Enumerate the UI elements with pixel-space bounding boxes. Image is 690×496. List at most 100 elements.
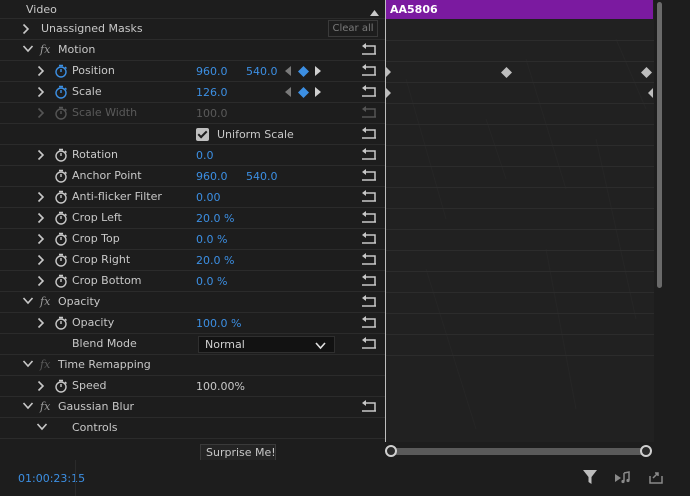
- clip-bar[interactable]: AA5806: [386, 0, 653, 19]
- keyframe-prev-icon[interactable]: [285, 87, 292, 100]
- surprise-me-button[interactable]: Surprise Me!: [200, 444, 276, 460]
- row-position[interactable]: Position 960.0 540.0: [0, 61, 385, 82]
- crop-right-value[interactable]: 20.0 %: [196, 254, 234, 267]
- stopwatch-icon[interactable]: [54, 232, 68, 246]
- stopwatch-icon[interactable]: [54, 64, 68, 78]
- stopwatch-icon[interactable]: [54, 316, 68, 330]
- chevron-down-icon[interactable]: [22, 44, 34, 56]
- reset-icon[interactable]: [361, 337, 377, 351]
- keyframe-timeline[interactable]: AA5806: [386, 0, 654, 442]
- reset-icon[interactable]: [361, 295, 377, 309]
- row-motion[interactable]: fx Motion: [0, 40, 385, 61]
- chevron-right-icon[interactable]: [37, 212, 47, 224]
- stopwatch-icon[interactable]: [54, 379, 68, 393]
- keyframe-add-icon[interactable]: [298, 87, 309, 101]
- chevron-right-icon[interactable]: [37, 275, 47, 287]
- chevron-right-icon[interactable]: [37, 380, 47, 392]
- row-opacity-group[interactable]: fx Opacity: [0, 292, 385, 313]
- timeline-zoom-scrollbar[interactable]: [392, 448, 646, 455]
- row-gaussian-blur[interactable]: fx Gaussian Blur: [0, 397, 385, 418]
- chevron-right-icon[interactable]: [22, 23, 32, 35]
- keyframe-next-icon[interactable]: [315, 66, 322, 79]
- position-y-value[interactable]: 540.0: [246, 65, 278, 78]
- keyframe-next-icon[interactable]: [315, 87, 322, 100]
- chevron-right-icon[interactable]: [37, 86, 47, 98]
- anchor-y-value[interactable]: 540.0: [246, 170, 278, 183]
- clear-all-button[interactable]: Clear all: [328, 20, 378, 37]
- keyframe-marker[interactable]: [641, 67, 652, 78]
- reset-icon[interactable]: [361, 274, 377, 288]
- chevron-right-icon[interactable]: [37, 191, 47, 203]
- zoom-handle-right[interactable]: [640, 445, 652, 457]
- collapse-caret-icon[interactable]: [370, 6, 379, 19]
- keyframe-marker[interactable]: [386, 67, 392, 77]
- row-crop-left[interactable]: Crop Left 20.0 %: [0, 208, 385, 229]
- export-icon[interactable]: [649, 470, 664, 488]
- fx-icon[interactable]: fx: [40, 400, 50, 413]
- stopwatch-icon[interactable]: [54, 85, 68, 99]
- scrollbar-thumb[interactable]: [657, 2, 662, 288]
- stopwatch-icon[interactable]: [54, 253, 68, 267]
- reset-icon[interactable]: [361, 64, 377, 78]
- row-crop-top[interactable]: Crop Top 0.0 %: [0, 229, 385, 250]
- rotation-value[interactable]: 0.0: [196, 149, 214, 162]
- stopwatch-icon[interactable]: [54, 274, 68, 288]
- row-blend-mode[interactable]: Blend Mode Normal: [0, 334, 385, 355]
- row-anti-flicker[interactable]: Anti-flicker Filter 0.00: [0, 187, 385, 208]
- zoom-handle-left[interactable]: [385, 445, 397, 457]
- position-x-value[interactable]: 960.0: [196, 65, 228, 78]
- chevron-right-icon[interactable]: [37, 233, 47, 245]
- reset-icon[interactable]: [361, 253, 377, 267]
- row-speed[interactable]: Speed 100.00%: [0, 376, 385, 397]
- reset-icon[interactable]: [361, 190, 377, 204]
- keyframe-marker[interactable]: [647, 88, 653, 98]
- uniform-scale-checkbox[interactable]: [196, 128, 209, 141]
- reset-icon[interactable]: [361, 211, 377, 225]
- keyframe-marker[interactable]: [501, 67, 512, 78]
- reset-icon[interactable]: [361, 232, 377, 246]
- opacity-value[interactable]: 100.0 %: [196, 317, 241, 330]
- crop-top-value[interactable]: 0.0 %: [196, 233, 227, 246]
- chevron-down-icon[interactable]: [22, 401, 34, 413]
- reset-icon[interactable]: [361, 148, 377, 162]
- row-time-remapping[interactable]: fx Time Remapping: [0, 355, 385, 376]
- row-scale[interactable]: Scale 126.0: [0, 82, 385, 103]
- stopwatch-icon[interactable]: [54, 148, 68, 162]
- reset-icon[interactable]: [361, 85, 377, 99]
- stopwatch-icon[interactable]: [54, 211, 68, 225]
- crop-bottom-value[interactable]: 0.0 %: [196, 275, 227, 288]
- reset-icon[interactable]: [361, 169, 377, 183]
- row-unassigned-masks[interactable]: Unassigned Masks Clear all: [0, 19, 385, 40]
- filter-icon[interactable]: [583, 470, 597, 488]
- stopwatch-icon[interactable]: [54, 169, 68, 183]
- reset-icon[interactable]: [361, 316, 377, 330]
- stopwatch-icon[interactable]: [54, 190, 68, 204]
- fx-icon[interactable]: fx: [40, 295, 50, 308]
- keyframe-add-icon[interactable]: [298, 66, 309, 80]
- chevron-right-icon[interactable]: [37, 65, 47, 77]
- chevron-right-icon[interactable]: [37, 149, 47, 161]
- chevron-down-icon[interactable]: [22, 359, 34, 371]
- row-uniform-scale[interactable]: Uniform Scale: [0, 124, 385, 145]
- chevron-down-icon[interactable]: [22, 296, 34, 308]
- anchor-x-value[interactable]: 960.0: [196, 170, 228, 183]
- reset-icon[interactable]: [361, 43, 377, 57]
- blend-mode-select[interactable]: Normal: [198, 336, 335, 353]
- chevron-right-icon[interactable]: [37, 317, 47, 329]
- crop-left-value[interactable]: 20.0 %: [196, 212, 234, 225]
- row-crop-bottom[interactable]: Crop Bottom 0.0 %: [0, 271, 385, 292]
- anti-flicker-value[interactable]: 0.00: [196, 191, 221, 204]
- row-controls[interactable]: Controls: [0, 418, 385, 439]
- chevron-down-icon[interactable]: [36, 422, 48, 434]
- row-opacity[interactable]: Opacity 100.0 %: [0, 313, 385, 334]
- row-rotation[interactable]: Rotation 0.0: [0, 145, 385, 166]
- row-crop-right[interactable]: Crop Right 20.0 %: [0, 250, 385, 271]
- scale-value[interactable]: 126.0: [196, 86, 228, 99]
- keyframe-prev-icon[interactable]: [285, 66, 292, 79]
- chevron-right-icon[interactable]: [37, 254, 47, 266]
- fx-icon[interactable]: fx: [40, 43, 50, 56]
- row-anchor-point[interactable]: Anchor Point 960.0 540.0: [0, 166, 385, 187]
- play-audio-icon[interactable]: [615, 470, 631, 488]
- reset-icon[interactable]: [361, 127, 377, 141]
- reset-icon[interactable]: [361, 400, 377, 414]
